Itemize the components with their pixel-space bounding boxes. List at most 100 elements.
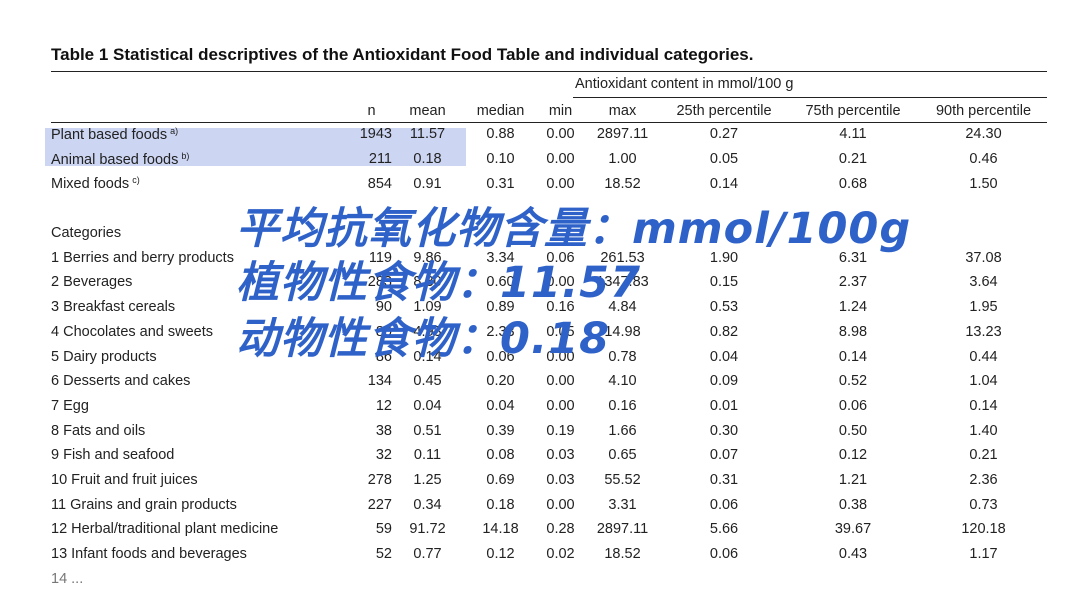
table-cell: 5.66 (709, 521, 739, 538)
table-cell: 211 (368, 151, 392, 168)
table-cell: 0.12 (838, 447, 868, 464)
table-cell: 0.00 (546, 151, 575, 168)
table-cell: 2.36 (969, 471, 998, 488)
row-label-cell: Mixed foods c) (51, 171, 351, 196)
row-label-cell: 9 Fish and seafood (51, 443, 351, 468)
table-cell: 0.14 (709, 175, 739, 192)
group-rule (573, 97, 1047, 98)
table-cell: 0.27 (709, 126, 739, 143)
table-cell: 4.11 (839, 126, 867, 143)
table-cell: 1.21 (838, 471, 868, 488)
table-cell: 0.00 (546, 496, 575, 513)
table-cell: 12 (375, 397, 392, 414)
table-cell (392, 566, 463, 591)
row-label: Animal based foods (51, 151, 179, 168)
table-cell: 8.98 (838, 323, 868, 340)
table-cell (351, 566, 392, 591)
row-label: 11 Grains and grain products (51, 496, 237, 513)
row-label-cell: 10 Fruit and fruit juices (51, 468, 351, 493)
table-cell: 0.69 (486, 471, 515, 488)
row-label: Plant based foods (51, 126, 168, 143)
table-cell: 38 (375, 422, 392, 439)
table-cell: 0.09 (709, 373, 739, 390)
table-cell: 0.00 (546, 175, 575, 192)
row-label: 6 Desserts and cakes (51, 373, 191, 390)
row-label: 5 Dairy products (51, 348, 157, 365)
table-cell: 0.50 (838, 422, 868, 439)
col-header: 90th percentile (935, 102, 1032, 119)
table-cell: 1.40 (969, 422, 998, 439)
table-row: 13 Infant foods and beverages 52 0.77 0.12 0… (51, 542, 1047, 567)
col-header: n (367, 102, 376, 119)
row-label: 2 Beverages (51, 274, 133, 291)
table-row: 11 Grains and grain products 227 0.34 0.18 0… (51, 492, 1047, 517)
col-header: min (548, 102, 573, 119)
row-label: Categories (51, 225, 122, 242)
row-label-cell: Animal based foods b) (51, 147, 351, 172)
table-cell (920, 196, 1047, 221)
table-cell: 0.65 (608, 447, 637, 464)
table-cell: 1.17 (969, 546, 998, 563)
row-label-cell: Plant based foods a) (51, 122, 351, 147)
table-cell: 0.14 (838, 348, 868, 365)
table-cell: 227 (367, 496, 392, 513)
table-cell (463, 566, 538, 591)
table-cell: 0.77 (413, 546, 442, 563)
table-cell: 0.46 (969, 151, 998, 168)
table-cell: 1943 (359, 126, 392, 143)
table-cell: 1.50 (969, 175, 998, 192)
table-row: Plant based foods a) 1943 11.57 0.88 0.00 2897… (51, 122, 1047, 147)
table-cell: 11.57 (409, 126, 446, 143)
table-cell: 0.04 (413, 397, 442, 414)
table-cell (583, 566, 662, 591)
row-label-cell: 8 Fats and oils (51, 418, 351, 443)
table-cell: 0.73 (969, 496, 998, 513)
footnote-marker: b) (181, 150, 190, 161)
table-cell: 0.44 (969, 348, 998, 365)
table-row: 7 Egg 12 0.04 0.04 0.00 0.16 0.01 0.06 0.14 (51, 394, 1047, 419)
table-cell: 0.05 (709, 151, 739, 168)
table-cell: 0.00 (546, 126, 575, 143)
table-cell: 32 (375, 447, 392, 464)
row-label-cell: 13 Infant foods and beverages (51, 542, 351, 567)
table-cell: 24.30 (965, 126, 1002, 143)
table-cell: 1.00 (608, 151, 637, 168)
table-cell: 0.04 (709, 348, 739, 365)
table-cell: 278 (367, 471, 392, 488)
table-cell (786, 566, 920, 591)
table-cell: 3.64 (969, 274, 998, 291)
overlay-line-3: 动物性食物：0.18 (236, 314, 611, 364)
table-row: 14 ... (51, 566, 1047, 591)
table-cell: 4.10 (608, 373, 637, 390)
table-cell: 37.08 (965, 249, 1002, 266)
table-cell: 0.06 (838, 397, 868, 414)
table-cell (920, 221, 1047, 246)
table-cell: 0.00 (546, 397, 575, 414)
table-cell: 52 (375, 546, 392, 563)
table-cell: 2897.11 (596, 126, 649, 143)
table-cell: 1.04 (969, 373, 998, 390)
table-cell: 0.21 (969, 447, 998, 464)
table-cell: 18.52 (604, 546, 641, 563)
table-cell (662, 566, 786, 591)
table-cell: 0.45 (413, 373, 442, 390)
row-label: Mixed foods (51, 176, 130, 193)
table-cell: 0.06 (709, 546, 739, 563)
table-cell: 0.38 (838, 496, 868, 513)
table-cell: 0.16 (608, 397, 637, 414)
table-cell: 0.14 (969, 397, 998, 414)
table-cell: 0.88 (486, 126, 515, 143)
overlay-line-1: 平均抗氧化物含量：mmol/100g (236, 204, 912, 254)
table-cell: 0.28 (546, 521, 575, 538)
table-cell: 0.31 (486, 175, 515, 192)
table-cell: 0.08 (486, 447, 515, 464)
table-cell: 2.37 (838, 274, 868, 291)
top-rule (51, 71, 1047, 72)
col-header: max (608, 102, 637, 119)
table-cell: 0.43 (838, 546, 868, 563)
table-cell: 39.67 (834, 521, 872, 538)
row-label: 14 ... (51, 570, 84, 587)
table-row: 9 Fish and seafood 32 0.11 0.08 0.03 0.65 0.07… (51, 443, 1047, 468)
table-cell: 91.72 (409, 521, 446, 538)
col-header: 25th percentile (676, 102, 772, 119)
